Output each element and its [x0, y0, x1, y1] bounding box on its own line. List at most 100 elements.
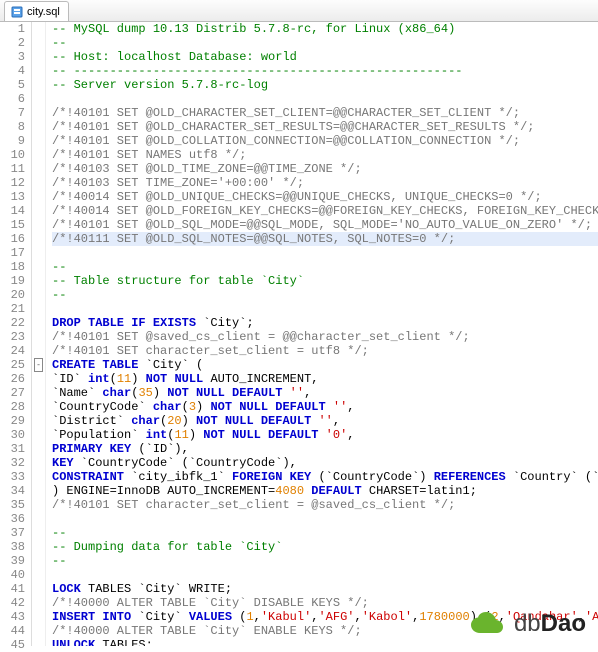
fold-cell [32, 260, 45, 274]
line-number: 18 [0, 260, 31, 274]
code-line[interactable]: /*!40014 SET @OLD_UNIQUE_CHECKS=@@UNIQUE… [52, 190, 598, 204]
line-number: 36 [0, 512, 31, 526]
cloud-icon [468, 611, 508, 637]
code-line[interactable]: /*!40103 SET @OLD_TIME_ZONE=@@TIME_ZONE … [52, 162, 598, 176]
code-line[interactable]: UNLOCK TABLES; [52, 638, 598, 646]
line-number: 30 [0, 428, 31, 442]
fold-cell [32, 498, 45, 512]
fold-cell [32, 190, 45, 204]
line-number: 15 [0, 218, 31, 232]
code-line[interactable]: LOCK TABLES `City` WRITE; [52, 582, 598, 596]
fold-cell [32, 246, 45, 260]
code-line[interactable]: /*!40101 SET character_set_client = utf8… [52, 344, 598, 358]
code-line[interactable]: /*!40101 SET @OLD_CHARACTER_SET_CLIENT=@… [52, 106, 598, 120]
code-line[interactable]: -- Dumping data for table `City` [52, 540, 598, 554]
fold-cell [32, 106, 45, 120]
fold-cell [32, 78, 45, 92]
line-number: 6 [0, 92, 31, 106]
tab-city-sql[interactable]: city.sql [4, 1, 69, 21]
line-number: 14 [0, 204, 31, 218]
line-number: 37 [0, 526, 31, 540]
code-line[interactable]: -- Host: localhost Database: world [52, 50, 598, 64]
code-line[interactable]: -- [52, 554, 598, 568]
fold-cell [32, 134, 45, 148]
fold-cell [32, 162, 45, 176]
tab-label: city.sql [27, 6, 60, 18]
code-line[interactable]: /*!40014 SET @OLD_FOREIGN_KEY_CHECKS=@@F… [52, 204, 598, 218]
code-line[interactable]: `CountryCode` char(3) NOT NULL DEFAULT '… [52, 400, 598, 414]
code-line[interactable]: -- Server version 5.7.8-rc-log [52, 78, 598, 92]
fold-cell [32, 372, 45, 386]
code-line[interactable]: `Population` int(11) NOT NULL DEFAULT '0… [52, 428, 598, 442]
code-line[interactable]: /*!40101 SET @saved_cs_client = @@charac… [52, 330, 598, 344]
code-line[interactable]: -- [52, 288, 598, 302]
fold-cell [32, 316, 45, 330]
line-number: 40 [0, 568, 31, 582]
line-number: 31 [0, 442, 31, 456]
code-line[interactable]: KEY `CountryCode` (`CountryCode`), [52, 456, 598, 470]
sql-file-icon [11, 6, 23, 18]
code-line[interactable]: CONSTRAINT `city_ibfk_1` FOREIGN KEY (`C… [52, 470, 598, 484]
fold-cell [32, 204, 45, 218]
fold-cell [32, 568, 45, 582]
code-line[interactable]: CREATE TABLE `City` ( [52, 358, 598, 372]
code-line[interactable] [52, 302, 598, 316]
code-line[interactable]: /*!40101 SET character_set_client = @sav… [52, 498, 598, 512]
code-line[interactable]: PRIMARY KEY (`ID`), [52, 442, 598, 456]
code-line[interactable]: -- [52, 260, 598, 274]
line-number: 42 [0, 596, 31, 610]
fold-cell [32, 596, 45, 610]
fold-cell [32, 176, 45, 190]
code-area[interactable]: -- MySQL dump 10.13 Distrib 5.7.8-rc, fo… [46, 22, 598, 646]
code-line[interactable] [52, 568, 598, 582]
fold-cell [32, 414, 45, 428]
line-number: 13 [0, 190, 31, 204]
line-number: 22 [0, 316, 31, 330]
code-line[interactable]: /*!40101 SET @OLD_CHARACTER_SET_RESULTS=… [52, 120, 598, 134]
code-line[interactable]: /*!40111 SET @OLD_SQL_NOTES=@@SQL_NOTES,… [52, 232, 598, 246]
code-line[interactable]: -- MySQL dump 10.13 Distrib 5.7.8-rc, fo… [52, 22, 598, 36]
code-line[interactable]: /*!40000 ALTER TABLE `City` DISABLE KEYS… [52, 596, 598, 610]
fold-cell [32, 232, 45, 246]
fold-toggle[interactable]: - [34, 358, 43, 372]
fold-cell [32, 442, 45, 456]
code-line[interactable]: `District` char(20) NOT NULL DEFAULT '', [52, 414, 598, 428]
fold-cell [32, 540, 45, 554]
code-line[interactable]: DROP TABLE IF EXISTS `City`; [52, 316, 598, 330]
line-number: 43 [0, 610, 31, 624]
fold-cell [32, 428, 45, 442]
code-line[interactable] [52, 512, 598, 526]
line-number: 34 [0, 484, 31, 498]
code-editor[interactable]: 1234567891011121314151617181920212223242… [0, 22, 598, 646]
code-line[interactable] [52, 92, 598, 106]
line-number: 3 [0, 50, 31, 64]
fold-cell [32, 456, 45, 470]
fold-cell [32, 526, 45, 540]
code-line[interactable]: -- [52, 36, 598, 50]
line-number: 32 [0, 456, 31, 470]
code-line[interactable]: -- -------------------------------------… [52, 64, 598, 78]
code-line[interactable] [52, 246, 598, 260]
code-line[interactable]: `Name` char(35) NOT NULL DEFAULT '', [52, 386, 598, 400]
code-line[interactable]: /*!40103 SET TIME_ZONE='+00:00' */; [52, 176, 598, 190]
line-number: 39 [0, 554, 31, 568]
line-number: 33 [0, 470, 31, 484]
fold-cell [32, 470, 45, 484]
fold-cell [32, 484, 45, 498]
line-number: 11 [0, 162, 31, 176]
fold-cell [32, 554, 45, 568]
line-number: 24 [0, 344, 31, 358]
line-number: 9 [0, 134, 31, 148]
code-line[interactable]: -- Table structure for table `City` [52, 274, 598, 288]
code-line[interactable]: `ID` int(11) NOT NULL AUTO_INCREMENT, [52, 372, 598, 386]
line-number: 28 [0, 400, 31, 414]
code-line[interactable]: /*!40101 SET NAMES utf8 */; [52, 148, 598, 162]
code-line[interactable]: ) ENGINE=InnoDB AUTO_INCREMENT=4080 DEFA… [52, 484, 598, 498]
line-number: 45 [0, 638, 31, 652]
line-number: 20 [0, 288, 31, 302]
code-line[interactable]: -- [52, 526, 598, 540]
fold-cell [32, 624, 45, 638]
fold-cell [32, 386, 45, 400]
code-line[interactable]: /*!40101 SET @OLD_COLLATION_CONNECTION=@… [52, 134, 598, 148]
code-line[interactable]: /*!40101 SET @OLD_SQL_MODE=@@SQL_MODE, S… [52, 218, 598, 232]
